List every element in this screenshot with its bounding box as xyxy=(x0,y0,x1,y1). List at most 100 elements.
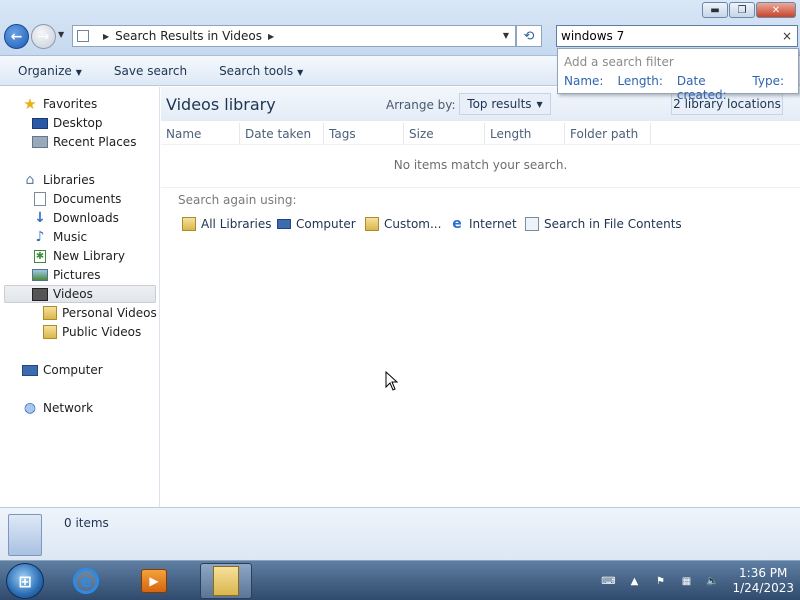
taskbar: ⊞ e ▶ ⌨ ▲ ⚑ ▦ 🔈 1:36 PM 1/24/2023 xyxy=(0,560,800,600)
star-icon: ★ xyxy=(23,95,37,113)
pictures-icon xyxy=(32,269,48,281)
folder-icon xyxy=(365,217,379,231)
search-filter-options: Name: Length: Date created: Type: xyxy=(564,74,798,102)
windows-logo-icon: ⊞ xyxy=(18,571,32,591)
column-header-date-taken[interactable]: Date taken xyxy=(240,123,324,144)
keyboard-icon[interactable]: ⌨ xyxy=(600,574,616,588)
search-again-file-contents[interactable]: Search in File Contents xyxy=(525,215,682,233)
system-tray: ⌨ ▲ ⚑ ▦ 🔈 1:36 PM 1/24/2023 xyxy=(590,561,794,600)
close-button[interactable]: ✕ xyxy=(756,2,796,18)
mouse-cursor-icon xyxy=(385,371,399,391)
library-title: Videos library xyxy=(166,95,276,114)
breadcrumb-chevron-icon[interactable]: ▶ xyxy=(103,32,109,41)
windows-explorer-icon xyxy=(213,566,239,596)
navigation-pane: ★ Favorites Desktop Recent Places ⌂ Librar… xyxy=(0,87,160,507)
sidebar-item-network[interactable]: ◍ Network xyxy=(22,399,93,417)
sidebar-item-recent-places[interactable]: Recent Places xyxy=(32,133,136,151)
clock-date: 1/24/2023 xyxy=(732,581,794,595)
filter-date-created[interactable]: Date created: xyxy=(677,74,739,102)
sidebar-item-videos[interactable]: Videos xyxy=(4,285,156,303)
arrange-by-dropdown[interactable]: Top results ▼ xyxy=(459,93,551,115)
sidebar-item-computer[interactable]: Computer xyxy=(22,361,103,379)
sidebar-item-documents[interactable]: Documents xyxy=(32,190,121,208)
start-button[interactable]: ⊞ xyxy=(6,563,44,599)
chevron-down-icon: ▼ xyxy=(75,67,82,77)
search-again-all-libraries[interactable]: All Libraries xyxy=(182,215,272,233)
taskbar-clock[interactable]: 1:36 PM 1/24/2023 xyxy=(732,566,794,596)
sidebar-item-label: Desktop xyxy=(53,116,103,130)
recent-pages-dropdown[interactable]: ▼ xyxy=(58,30,64,39)
window-controls: ▬ ❐ ✕ xyxy=(701,2,796,18)
column-header-folder-path[interactable]: Folder path xyxy=(565,123,651,144)
search-again-computer[interactable]: Computer xyxy=(277,215,356,233)
search-filter-title: Add a search filter xyxy=(564,55,674,69)
filter-type[interactable]: Type: xyxy=(752,74,784,102)
search-again-internet[interactable]: e Internet xyxy=(450,215,517,233)
column-headers: Name Date taken Tags Size Length Folder … xyxy=(161,123,800,145)
maximize-button[interactable]: ❐ xyxy=(729,2,755,18)
taskbar-media-player[interactable]: ▶ xyxy=(128,563,180,599)
sidebar-item-label: Favorites xyxy=(43,97,98,111)
back-button[interactable]: ← xyxy=(4,24,29,49)
refresh-button[interactable]: ⟲ xyxy=(516,25,542,47)
sidebar-item-pictures[interactable]: Pictures xyxy=(32,266,101,284)
clock-time: 1:36 PM xyxy=(739,566,788,580)
downloads-icon: ↓ xyxy=(34,210,46,226)
search-tools-button[interactable]: Search tools ▼ xyxy=(201,64,317,78)
sidebar-item-desktop[interactable]: Desktop xyxy=(32,114,103,132)
library-icon xyxy=(8,514,42,556)
address-dropdown-icon[interactable]: ▼ xyxy=(503,31,509,40)
desktop-icon xyxy=(32,117,48,129)
sidebar-item-libraries[interactable]: ⌂ Libraries xyxy=(22,171,95,189)
sidebar-item-music[interactable]: ♪ Music xyxy=(32,228,88,246)
sidebar-item-new-library[interactable]: ✱ New Library xyxy=(32,247,125,265)
library-icon xyxy=(182,217,196,231)
forward-button[interactable]: → xyxy=(31,24,56,49)
volume-muted-icon[interactable]: 🔈 xyxy=(704,574,720,588)
library-icon: ⌂ xyxy=(25,172,35,188)
address-bar[interactable]: ▶ Search Results in Videos ▶ ▼ xyxy=(72,25,516,47)
address-path[interactable]: Search Results in Videos xyxy=(115,29,262,43)
sidebar-item-label: Public Videos xyxy=(62,325,142,339)
network-icon: ◍ xyxy=(23,400,37,416)
sidebar-item-public-videos[interactable]: Public Videos xyxy=(43,323,141,341)
search-again-label: Search again using: xyxy=(178,193,297,207)
search-again-custom[interactable]: Custom... xyxy=(365,215,441,233)
media-player-icon: ▶ xyxy=(141,569,167,593)
column-header-length[interactable]: Length xyxy=(485,123,565,144)
arrange-by-label: Arrange by: xyxy=(386,98,456,112)
breadcrumb-chevron-icon[interactable]: ▶ xyxy=(268,32,274,41)
action-center-icon[interactable]: ⚑ xyxy=(652,574,668,588)
show-hidden-icons-icon[interactable]: ▲ xyxy=(626,574,642,588)
arrow-right-icon: → xyxy=(37,28,50,45)
column-header-tags[interactable]: Tags xyxy=(324,123,404,144)
save-search-button[interactable]: Save search xyxy=(96,64,201,78)
search-again-option-label: All Libraries xyxy=(201,217,272,231)
filter-name[interactable]: Name: xyxy=(564,74,603,102)
refresh-icon: ⟲ xyxy=(523,28,535,44)
taskbar-windows-explorer[interactable] xyxy=(200,563,252,599)
folder-icon xyxy=(77,30,89,42)
network-status-icon[interactable]: ▦ xyxy=(678,574,694,588)
search-input[interactable]: windows 7 × xyxy=(556,25,798,47)
sidebar-item-label: Recent Places xyxy=(53,135,137,149)
clear-search-icon[interactable]: × xyxy=(782,26,792,46)
minimize-button[interactable]: ▬ xyxy=(702,2,728,18)
item-count: 0 items xyxy=(64,516,109,530)
search-again-option-label: Internet xyxy=(469,217,517,231)
empty-results-message: No items match your search. xyxy=(393,158,568,172)
sidebar-item-label: Documents xyxy=(53,192,122,206)
column-header-size[interactable]: Size xyxy=(404,123,485,144)
taskbar-internet-explorer[interactable]: e xyxy=(60,563,112,599)
details-pane: 0 items xyxy=(0,507,800,560)
organize-button[interactable]: Organize ▼ xyxy=(0,64,96,78)
filter-length[interactable]: Length: xyxy=(617,74,662,102)
search-tools-label: Search tools xyxy=(219,63,294,78)
column-header-name[interactable]: Name xyxy=(161,123,240,144)
search-again-option-label: Custom... xyxy=(384,217,442,231)
sidebar-item-label: Music xyxy=(53,230,88,244)
sidebar-item-favorites[interactable]: ★ Favorites xyxy=(22,95,97,113)
sidebar-item-label: Pictures xyxy=(53,268,101,282)
sidebar-item-downloads[interactable]: ↓ Downloads xyxy=(32,209,119,227)
sidebar-item-personal-videos[interactable]: Personal Videos xyxy=(43,304,157,322)
